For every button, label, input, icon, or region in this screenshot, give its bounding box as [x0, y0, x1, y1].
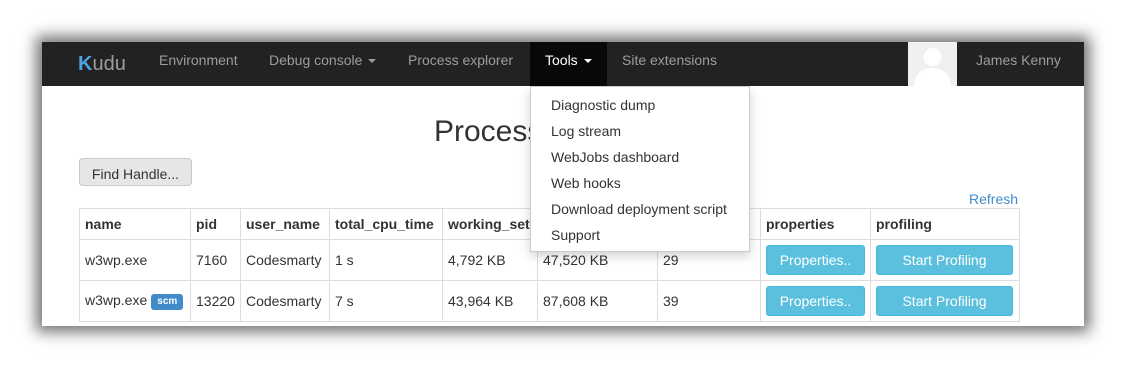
cell-col6: 87,608 KB: [537, 280, 658, 322]
col-header-name[interactable]: name: [79, 208, 191, 240]
cell-user-name: Codesmarty: [240, 280, 330, 322]
caret-down-icon: [368, 59, 377, 64]
cell-name: w3wp.exe: [79, 239, 191, 281]
cell-pid: 7160: [190, 239, 241, 281]
menu-item-download-deployment-script[interactable]: Download deployment script: [531, 196, 749, 222]
start-profiling-button[interactable]: Start Profiling: [876, 245, 1013, 275]
properties-button[interactable]: Properties..: [766, 286, 865, 316]
cell-profiling: Start Profiling: [870, 239, 1020, 281]
menu-item-support[interactable]: Support: [531, 222, 749, 248]
user-name[interactable]: James Kenny: [976, 42, 1061, 78]
tools-dropdown-menu: Diagnostic dump Log stream WebJobs dashb…: [530, 86, 750, 252]
browser-window: Kudu Environment Debug console Process e…: [42, 42, 1084, 326]
nav-debug-console-label: Debug console: [269, 52, 363, 68]
nav-environment[interactable]: Environment: [144, 42, 253, 86]
user-avatar[interactable]: [908, 42, 957, 86]
nav-process-explorer-label: Process explorer: [408, 52, 514, 68]
cell-properties: Properties..: [760, 239, 871, 281]
menu-item-diagnostic-dump[interactable]: Diagnostic dump: [531, 92, 749, 118]
nav-tools-label: Tools: [545, 52, 578, 68]
col-header-profiling[interactable]: profiling: [870, 208, 1020, 240]
caret-down-icon: [583, 59, 592, 64]
top-navbar: Kudu Environment Debug console Process e…: [42, 42, 1084, 86]
nav-site-extensions[interactable]: Site extensions: [607, 42, 732, 86]
nav-debug-console[interactable]: Debug console: [254, 42, 391, 86]
page-title: Process: [434, 115, 543, 148]
cell-user-name: Codesmarty: [240, 239, 330, 281]
refresh-link[interactable]: Refresh: [969, 189, 1018, 209]
col-header-pid[interactable]: pid: [190, 208, 241, 240]
find-handle-button[interactable]: Find Handle...: [79, 158, 192, 186]
cell-working-set: 4,792 KB: [442, 239, 538, 281]
cell-col7: 39: [657, 280, 761, 322]
col-header-properties[interactable]: properties: [760, 208, 871, 240]
menu-item-web-hooks[interactable]: Web hooks: [531, 170, 749, 196]
person-silhouette-icon: [914, 48, 951, 86]
kudu-logo[interactable]: Kudu: [78, 50, 126, 78]
col-header-working-set[interactable]: working_set: [442, 208, 538, 240]
cell-total-cpu-time: 1 s: [329, 239, 443, 281]
cell-pid: 13220: [190, 280, 241, 322]
cell-profiling: Start Profiling: [870, 280, 1020, 322]
cell-working-set: 43,964 KB: [442, 280, 538, 322]
process-name: w3wp.exe: [85, 292, 148, 309]
scm-badge: scm: [151, 293, 184, 310]
table-row: w3wp.exe scm 13220 Codesmarty 7 s 43,964 …: [79, 280, 1020, 322]
nav-process-explorer[interactable]: Process explorer: [393, 42, 528, 86]
nav-environment-label: Environment: [159, 52, 238, 68]
kudu-logo-mark: K: [78, 53, 93, 75]
properties-button[interactable]: Properties..: [766, 245, 865, 275]
cell-properties: Properties..: [760, 280, 871, 322]
process-name: w3wp.exe: [85, 252, 148, 268]
cell-name: w3wp.exe scm: [79, 280, 191, 322]
col-header-user-name[interactable]: user_name: [240, 208, 330, 240]
start-profiling-button[interactable]: Start Profiling: [876, 286, 1013, 316]
cell-total-cpu-time: 7 s: [329, 280, 443, 322]
menu-item-log-stream[interactable]: Log stream: [531, 118, 749, 144]
kudu-logo-text: udu: [92, 53, 126, 75]
nav-tools[interactable]: Tools: [530, 42, 607, 86]
menu-item-webjobs-dashboard[interactable]: WebJobs dashboard: [531, 144, 749, 170]
col-header-total-cpu-time[interactable]: total_cpu_time: [329, 208, 443, 240]
nav-site-extensions-label: Site extensions: [622, 52, 717, 68]
